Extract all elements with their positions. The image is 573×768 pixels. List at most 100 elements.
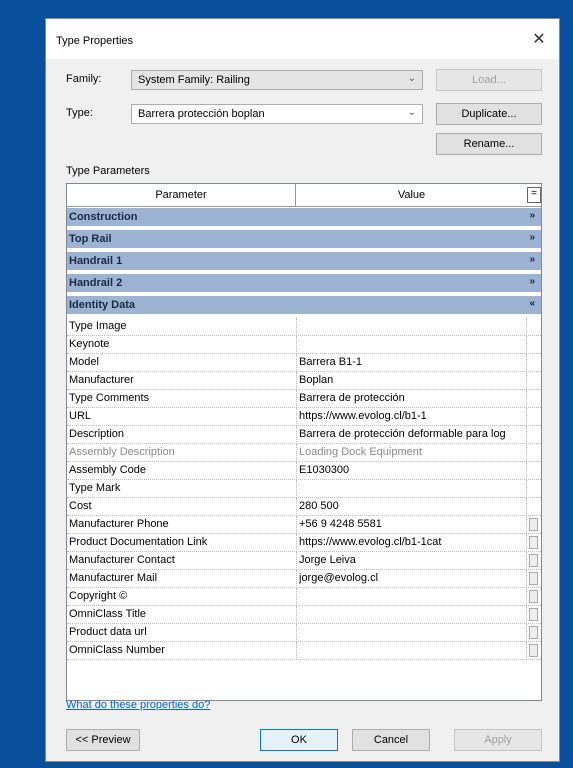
column-divider xyxy=(296,570,297,588)
column-divider xyxy=(296,408,297,426)
parameter-name: Description xyxy=(69,428,125,440)
parameter-value[interactable]: https://www.evolog.cl/b1-1 xyxy=(299,410,525,422)
type-value: Barrera protección boplan xyxy=(138,108,265,120)
parameter-value[interactable]: Jorge Leiva xyxy=(299,554,525,566)
group-handrail-1[interactable]: Handrail 1 » xyxy=(67,252,541,272)
table-row[interactable]: Assembly Description Loading Dock Equipme… xyxy=(67,444,541,462)
parameter-name: Type Mark xyxy=(69,482,121,494)
edit-value-button[interactable] xyxy=(529,590,538,603)
family-dropdown[interactable]: System Family: Railing ⌄ xyxy=(131,70,423,90)
collapse-icon: « xyxy=(529,298,535,309)
close-icon[interactable]: ✕ xyxy=(529,29,549,49)
column-divider xyxy=(296,318,297,336)
title-bar: Type Properties ✕ xyxy=(46,19,559,59)
table-row[interactable]: URL https://www.evolog.cl/b1-1 xyxy=(67,408,541,426)
window-title: Type Properties xyxy=(56,35,134,47)
group-label: Identity Data xyxy=(69,299,136,311)
table-row[interactable]: Cost 280 500 xyxy=(67,498,541,516)
column-divider xyxy=(526,606,527,624)
rename-button[interactable]: Rename... xyxy=(436,133,542,155)
parameter-value[interactable]: jorge@evolog.cl xyxy=(299,572,525,584)
table-row[interactable]: OmniClass Title xyxy=(67,606,541,624)
group-construction[interactable]: Construction » xyxy=(67,208,541,228)
group-identity-data[interactable]: Identity Data « xyxy=(67,296,541,316)
column-divider xyxy=(296,390,297,408)
column-divider xyxy=(296,642,297,660)
edit-value-button[interactable] xyxy=(529,626,538,639)
edit-value-button[interactable] xyxy=(529,572,538,585)
apply-button[interactable]: Apply xyxy=(454,729,542,751)
column-divider xyxy=(296,606,297,624)
expand-icon: » xyxy=(529,232,535,243)
parameter-value[interactable]: +56 9 4248 5581 xyxy=(299,518,525,530)
group-label: Handrail 1 xyxy=(69,255,123,267)
column-divider xyxy=(296,516,297,534)
table-header: Parameter Value = xyxy=(67,184,541,207)
parameter-name: Assembly Description xyxy=(69,446,175,458)
column-divider xyxy=(526,408,527,426)
column-divider xyxy=(296,552,297,570)
duplicate-button[interactable]: Duplicate... xyxy=(436,103,542,125)
expand-icon: » xyxy=(529,276,535,287)
chevron-down-icon: ⌄ xyxy=(407,107,416,118)
parameter-value[interactable]: Barrera B1-1 xyxy=(299,356,525,368)
parameter-value[interactable]: https://www.evolog.cl/b1-1cat xyxy=(299,536,525,548)
parameter-name: Manufacturer Contact xyxy=(69,554,175,566)
parameter-name: URL xyxy=(69,410,92,422)
table-row[interactable]: Product data url xyxy=(67,624,541,642)
cancel-button[interactable]: Cancel xyxy=(352,729,430,751)
value-column-header[interactable]: Value xyxy=(296,184,527,206)
parameter-name: Copyright © xyxy=(69,590,128,602)
table-row[interactable]: Type Comments Barrera de protección xyxy=(67,390,541,408)
column-divider xyxy=(526,588,527,606)
column-divider xyxy=(296,372,297,390)
table-row[interactable]: Model Barrera B1-1 xyxy=(67,354,541,372)
group-handrail-2[interactable]: Handrail 2 » xyxy=(67,274,541,294)
parameter-value[interactable]: Boplan xyxy=(299,374,525,386)
column-divider xyxy=(526,624,527,642)
ok-button[interactable]: OK xyxy=(260,729,338,751)
edit-value-button[interactable] xyxy=(529,554,538,567)
table-row[interactable]: Manufacturer Contact Jorge Leiva xyxy=(67,552,541,570)
type-dropdown[interactable]: Barrera protección boplan ⌄ xyxy=(131,104,423,124)
table-row[interactable]: Description Barrera de protección deforma… xyxy=(67,426,541,444)
table-row[interactable]: Type Image xyxy=(67,318,541,336)
load-button[interactable]: Load... xyxy=(436,69,542,91)
column-divider xyxy=(526,480,527,498)
parameter-value[interactable]: Barrera de protección xyxy=(299,392,525,404)
column-divider xyxy=(296,354,297,372)
parameter-value[interactable]: E1030300 xyxy=(299,464,525,476)
edit-value-button[interactable] xyxy=(529,536,538,549)
group-top-rail[interactable]: Top Rail » xyxy=(67,230,541,250)
column-divider xyxy=(296,444,297,462)
parameter-column-header[interactable]: Parameter xyxy=(67,184,296,206)
parameter-name: Manufacturer Phone xyxy=(69,518,169,530)
edit-value-button[interactable] xyxy=(529,608,538,621)
column-divider xyxy=(526,642,527,660)
parameter-value[interactable]: Loading Dock Equipment xyxy=(299,446,525,458)
parameter-value[interactable]: 280 500 xyxy=(299,500,525,512)
table-row[interactable]: Copyright © xyxy=(67,588,541,606)
edit-value-button[interactable] xyxy=(529,644,538,657)
column-divider xyxy=(296,426,297,444)
table-row[interactable]: Keynote xyxy=(67,336,541,354)
column-divider xyxy=(296,498,297,516)
parameter-name: OmniClass Number xyxy=(69,644,165,656)
table-row[interactable]: Product Documentation Link https://www.ev… xyxy=(67,534,541,552)
parameter-value[interactable]: Barrera de protección deformable para lo… xyxy=(299,428,525,440)
preview-button[interactable]: << Preview xyxy=(66,729,140,751)
toggle-view-icon[interactable]: = xyxy=(527,187,541,203)
column-divider xyxy=(526,552,527,570)
edit-value-button[interactable] xyxy=(529,518,538,531)
column-divider xyxy=(526,336,527,354)
table-row[interactable]: Manufacturer Phone +56 9 4248 5581 xyxy=(67,516,541,534)
table-row[interactable]: Type Mark xyxy=(67,480,541,498)
type-parameters-heading: Type Parameters xyxy=(66,165,150,177)
parameter-name: Cost xyxy=(69,500,92,512)
help-link[interactable]: What do these properties do? xyxy=(66,699,210,711)
table-row[interactable]: Manufacturer Boplan xyxy=(67,372,541,390)
table-row[interactable]: Assembly Code E1030300 xyxy=(67,462,541,480)
group-label: Construction xyxy=(69,211,138,223)
table-row[interactable]: Manufacturer Mail jorge@evolog.cl xyxy=(67,570,541,588)
table-row[interactable]: OmniClass Number xyxy=(67,642,541,660)
